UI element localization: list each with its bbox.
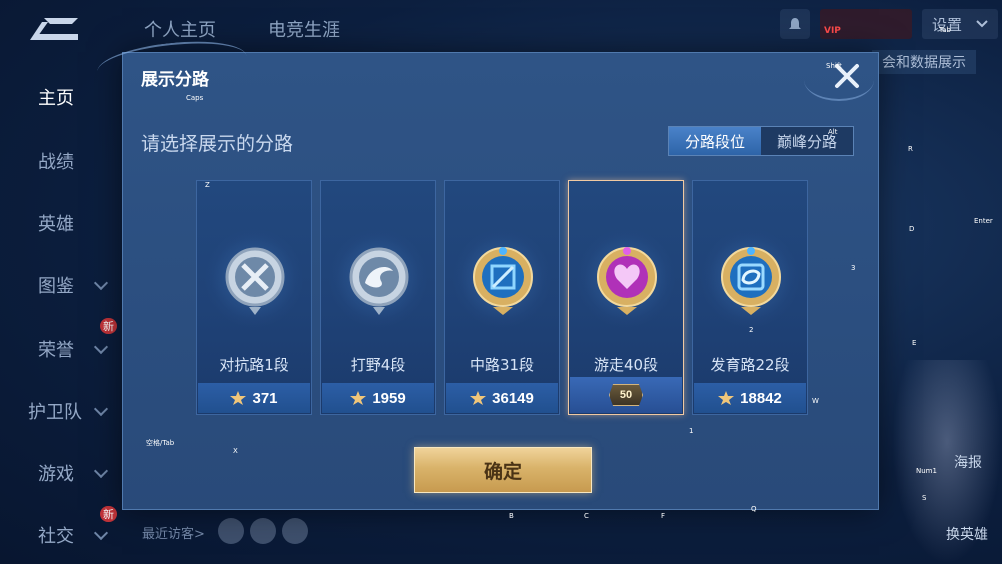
score-bar: 36149 (446, 383, 558, 413)
key-hint: 空格/Tab (146, 439, 175, 447)
avatar[interactable] (282, 518, 308, 544)
score-bar: 371 (198, 383, 310, 413)
key-hint: W (812, 397, 819, 405)
key-hint: D (909, 225, 915, 233)
avatar[interactable] (250, 518, 276, 544)
recent-visitors-link[interactable]: 最近访客> (142, 523, 205, 542)
score-value: 1959 (372, 389, 406, 407)
score-value: 371 (252, 389, 278, 407)
lane-card-support[interactable]: 游走40段 50 (568, 180, 684, 415)
change-hero-button[interactable]: 换英雄 (946, 524, 988, 544)
lane-card-bottom[interactable]: 发育路22段 18842 (692, 180, 808, 415)
tab-esports-career[interactable]: 电竞生涯 (268, 16, 340, 42)
confirm-button[interactable]: 确定 (414, 447, 592, 493)
lane-label: 打野4段 (350, 356, 406, 374)
new-badge: 新 (100, 506, 117, 522)
score-value: 36149 (492, 389, 534, 407)
key-hint: C (584, 512, 589, 520)
back-arrow-icon[interactable] (24, 10, 84, 48)
tab-personal-home[interactable]: 个人主页 (144, 16, 216, 42)
key-hint: Enter (974, 217, 993, 225)
rank-score-icon (350, 391, 367, 405)
notification-bell-icon[interactable] (779, 9, 810, 39)
gold-marksman-badge-icon (721, 247, 781, 315)
chevron-down-icon (93, 463, 109, 479)
lane-display-dialog: 展示分路 请选择展示的分路 分路段位 巅峰分路 对抗路1段 371 打野4段 1… (95, 35, 879, 510)
avatar[interactable] (218, 518, 244, 544)
sidebar-item-social[interactable]: 社交 (38, 522, 74, 548)
key-hint: S (922, 494, 927, 502)
lane-label: 发育路22段 (710, 356, 790, 374)
key-hint: Z (205, 181, 210, 189)
rank-score-icon (718, 391, 735, 405)
lane-mode-toggle: 分路段位 巅峰分路 (668, 126, 854, 156)
star-count-badge: 50 (609, 384, 643, 406)
key-hint: 1 (689, 427, 694, 435)
settings-button[interactable]: 设置 (921, 9, 998, 39)
silver-sword-badge-icon (225, 247, 285, 315)
chevron-down-icon (93, 525, 109, 541)
chevron-down-icon (93, 339, 109, 355)
lane-label: 中路31段 (469, 356, 535, 374)
key-hint: Caps (186, 94, 204, 102)
poster-button[interactable]: 海报 (954, 452, 982, 472)
score-bar: 18842 (694, 383, 806, 413)
tab-peak-lane[interactable]: 巅峰分路 (761, 127, 853, 155)
sidebar-item-heroes[interactable]: 英雄 (38, 210, 74, 236)
lane-label: 游走40段 (593, 356, 659, 374)
lane-card-jungle[interactable]: 打野4段 1959 (320, 180, 436, 415)
lane-card-mid[interactable]: 中路31段 36149 (444, 180, 560, 415)
key-hint: E (912, 339, 917, 347)
key-hint: Shift (826, 62, 842, 70)
score-bar: 1959 (322, 383, 434, 413)
key-hint: R (908, 145, 913, 153)
chevron-down-icon (93, 275, 109, 291)
gold-mage-badge-icon (473, 247, 533, 315)
chevron-down-icon (93, 401, 109, 417)
key-hint: F (661, 512, 666, 520)
rank-score-icon (230, 391, 247, 405)
lane-card-list: 对抗路1段 371 打野4段 1959 中路31段 36149 游走40段 50… (196, 180, 808, 416)
data-show-button[interactable]: 会和数据展示 (872, 50, 976, 74)
sidebar-item-codex[interactable]: 图鉴 (38, 272, 74, 298)
key-hint: Alt (828, 128, 838, 136)
key-hint: Q (751, 505, 757, 513)
sidebar-item-home[interactable]: 主页 (38, 84, 74, 110)
key-hint: 3 (851, 264, 856, 272)
silver-dragon-badge-icon (349, 247, 409, 315)
rank-score-icon (470, 391, 487, 405)
key-hint: B (509, 512, 514, 520)
vip-icon: VIP (823, 26, 841, 36)
sidebar-item-guard-team[interactable]: 护卫队 (28, 398, 82, 424)
dialog-title: 展示分路 (141, 70, 209, 90)
key-hint: 2 (749, 326, 754, 334)
dialog-subtitle: 请选择展示的分路 (141, 133, 294, 155)
sidebar-item-records[interactable]: 战绩 (38, 148, 74, 174)
visitor-avatars (218, 518, 308, 544)
sidebar: 主页 战绩 英雄 图鉴 荣誉 新 护卫队 游戏 社交 新 (0, 62, 120, 564)
tab-lane-rank[interactable]: 分路段位 (669, 127, 761, 155)
key-hint: X (233, 447, 238, 455)
key-hint: Num1 (916, 467, 937, 475)
lane-card-top[interactable]: 对抗路1段 371 (196, 180, 312, 415)
sidebar-item-honor[interactable]: 荣誉 (38, 336, 74, 362)
vip-banner[interactable]: VIP (819, 9, 912, 39)
purple-support-badge-icon (597, 247, 657, 315)
new-badge: 新 (100, 318, 117, 334)
chevron-down-icon (976, 20, 988, 28)
key-hint: Tab (939, 26, 951, 34)
score-value: 18842 (740, 389, 782, 407)
sidebar-item-game[interactable]: 游戏 (38, 460, 74, 486)
lane-label: 对抗路1段 (219, 356, 289, 374)
